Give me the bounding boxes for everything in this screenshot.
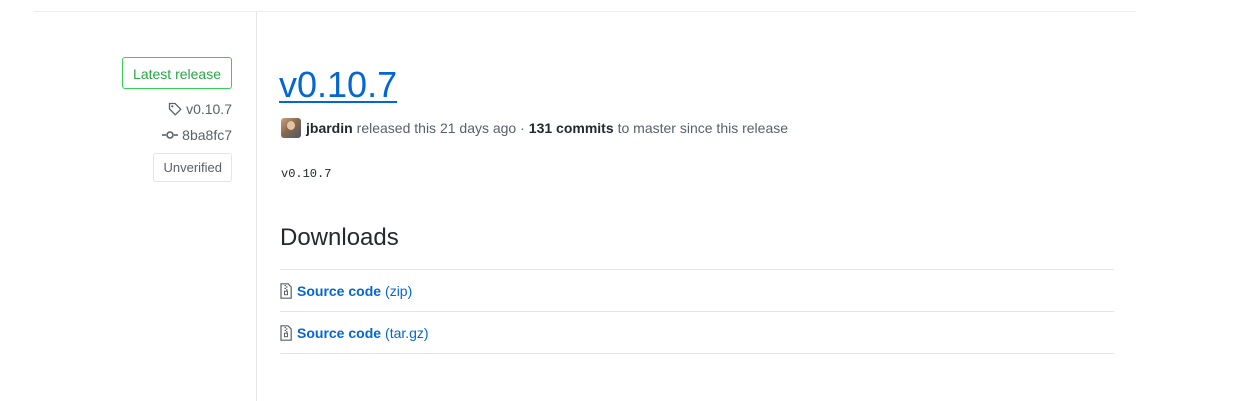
unverified-badge[interactable]: Unverified (153, 153, 232, 182)
commit-sha: 8ba8fc7 (182, 127, 232, 143)
commits-link[interactable]: 131 commits (529, 120, 614, 136)
file-zip-icon (280, 324, 292, 341)
git-commit-icon (162, 131, 179, 139)
release-title[interactable]: v0.10.7 (279, 64, 397, 106)
latest-release-badge: Latest release (122, 57, 232, 89)
download-source-targz-link[interactable]: Source code (297, 325, 381, 341)
download-item-zip[interactable]: Source code (zip) (280, 270, 1114, 312)
file-zip-icon (280, 282, 292, 299)
download-format-zip[interactable]: (zip) (385, 283, 412, 299)
released-text: released this 21 days ago · (356, 120, 525, 136)
release-notes: v0.10.7 (281, 167, 332, 181)
download-format-targz[interactable]: (tar.gz) (385, 325, 429, 341)
download-item-targz[interactable]: Source code (tar.gz) (280, 312, 1114, 354)
downloads-heading: Downloads (280, 224, 399, 251)
release-page: Latest release v0.10.7 8ba8fc7 Unverifie… (0, 0, 1254, 401)
tag-name: v0.10.7 (186, 101, 232, 117)
author-link[interactable]: jbardin (306, 120, 353, 136)
release-byline: jbardin released this 21 days ago · 131 … (281, 118, 788, 138)
download-source-zip-link[interactable]: Source code (297, 283, 381, 299)
tag-icon (168, 102, 182, 116)
commit-link[interactable]: 8ba8fc7 (162, 127, 232, 143)
since-text: to master since this release (617, 120, 789, 136)
top-divider (34, 11, 1136, 12)
tag-link[interactable]: v0.10.7 (168, 101, 232, 117)
column-divider (256, 12, 257, 401)
downloads-list: Source code (zip) Source code (tar.gz) (280, 269, 1114, 354)
avatar[interactable] (281, 118, 301, 138)
